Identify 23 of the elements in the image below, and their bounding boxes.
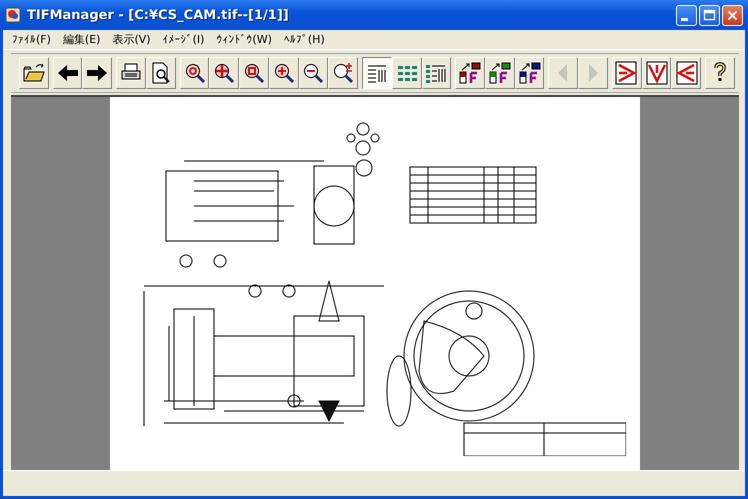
close-button[interactable]	[722, 4, 743, 26]
menu-item[interactable]: ﾍﾙﾌﾟ(H)	[278, 33, 331, 46]
menu-item[interactable]: 表示(V)	[106, 32, 157, 47]
maximize-button[interactable]	[699, 4, 720, 26]
menu-item[interactable]: 編集(E)	[56, 32, 106, 47]
magnifier-icon	[212, 61, 236, 85]
triangle-icon	[614, 61, 639, 85]
window-title: TIFManager - [C:¥CS_CAM.tif--[1/1]]	[27, 8, 290, 22]
zoom-out-icon	[301, 61, 326, 85]
magnifier-icon	[242, 61, 266, 85]
toolbar-button[interactable]	[362, 57, 392, 89]
triangle-icon	[644, 61, 669, 85]
app-icon	[5, 7, 21, 23]
color-swatch-icon	[488, 61, 512, 85]
menu-item[interactable]: ｳｨﾝﾄﾞｳ(W)	[210, 33, 278, 46]
color-swatch-icon	[458, 61, 482, 85]
triangle-icon	[674, 61, 698, 85]
magnifier-icon	[331, 61, 356, 85]
color-swatch-icon	[518, 61, 542, 85]
minimize-icon	[681, 18, 688, 20]
menu-item[interactable]: ｲﾒｰｼﾞ(I)	[156, 33, 210, 46]
menu-item[interactable]: ﾌｧｲﾙ(F)	[6, 33, 57, 46]
minimize-button[interactable]	[676, 4, 697, 26]
